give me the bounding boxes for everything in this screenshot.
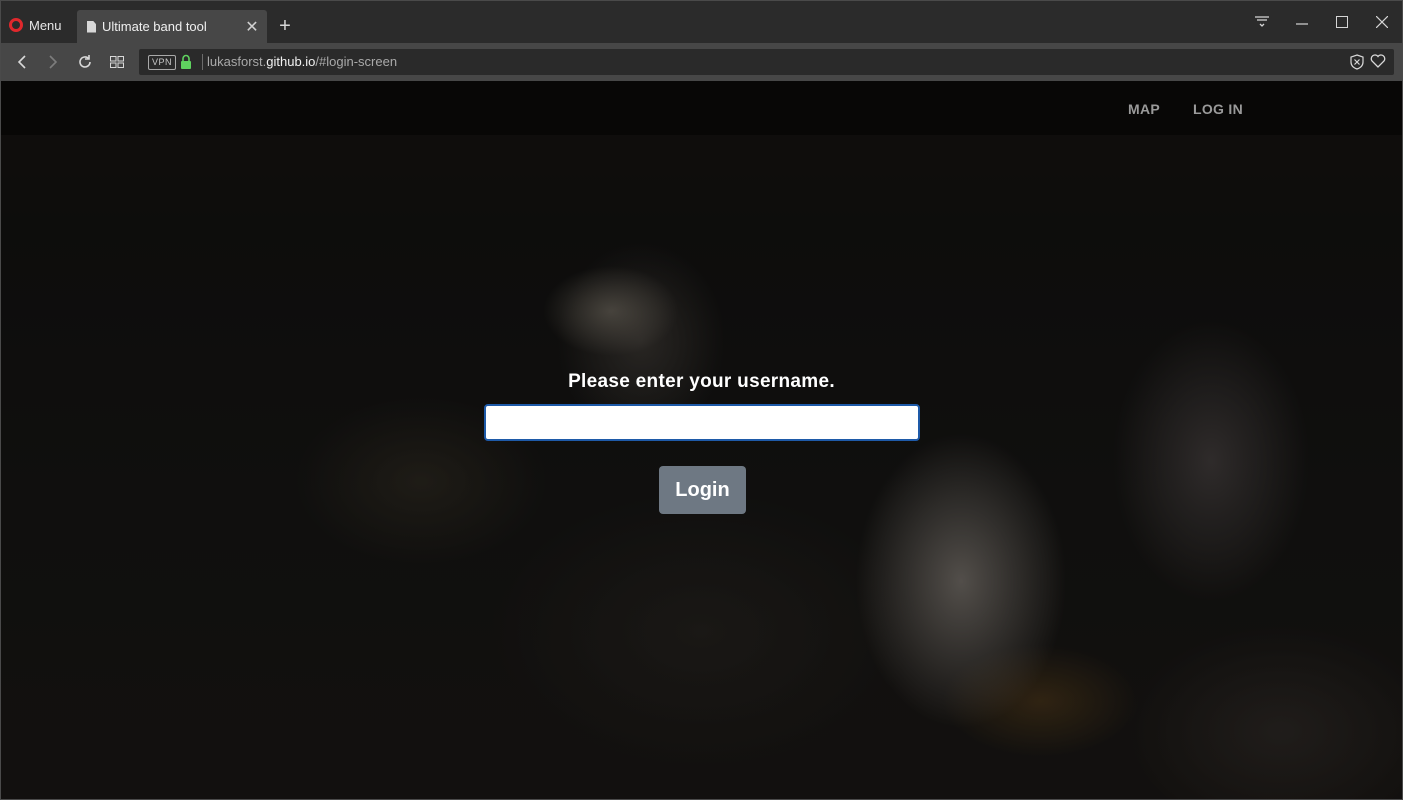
- opera-logo-icon: [9, 18, 23, 32]
- url-field[interactable]: VPN lukasforst.github.io/#login-screen: [139, 49, 1394, 75]
- url-text[interactable]: lukasforst.github.io/#login-screen: [207, 54, 397, 69]
- opera-menu-button[interactable]: Menu: [9, 13, 62, 37]
- login-button[interactable]: Login: [659, 466, 746, 514]
- url-host-prefix: lukasforst.: [207, 54, 267, 69]
- window-close-icon[interactable]: [1362, 7, 1402, 37]
- maximize-icon[interactable]: [1322, 7, 1362, 37]
- tab-title: Ultimate band tool: [102, 19, 207, 34]
- easy-setup-icon[interactable]: [1242, 7, 1282, 37]
- reload-icon[interactable]: [74, 51, 96, 73]
- page-icon: [87, 20, 96, 33]
- browser-window: Menu Ultimate band tool ✕ + VPN lukasfor…: [0, 0, 1403, 800]
- login-form: Please enter your username. Login: [1, 81, 1402, 799]
- tracker-block-icon[interactable]: [1350, 54, 1364, 75]
- url-path: /#login-screen: [315, 54, 398, 69]
- plus-icon[interactable]: +: [277, 16, 293, 38]
- tab-active[interactable]: Ultimate band tool ✕: [77, 10, 267, 43]
- vpn-badge[interactable]: VPN: [148, 55, 177, 70]
- url-divider: [202, 54, 203, 70]
- minimize-icon[interactable]: [1282, 7, 1322, 37]
- heart-icon[interactable]: [1370, 54, 1386, 75]
- tab-bar: Menu Ultimate band tool ✕ +: [1, 1, 1402, 43]
- menu-label: Menu: [29, 17, 62, 33]
- url-host-domain: github.io: [266, 54, 316, 69]
- url-actions: [1350, 54, 1386, 75]
- username-input[interactable]: [484, 404, 920, 441]
- window-controls: [1242, 7, 1402, 37]
- login-prompt: Please enter your username.: [568, 371, 835, 392]
- back-icon[interactable]: [11, 51, 33, 73]
- address-bar: VPN lukasforst.github.io/#login-screen: [1, 43, 1402, 82]
- page-viewport: MAP LOG IN Please enter your username. L…: [1, 81, 1402, 799]
- close-icon[interactable]: ✕: [241, 17, 263, 37]
- speed-dial-icon[interactable]: [106, 51, 128, 73]
- lock-icon[interactable]: [180, 54, 192, 70]
- forward-icon[interactable]: [42, 51, 64, 73]
